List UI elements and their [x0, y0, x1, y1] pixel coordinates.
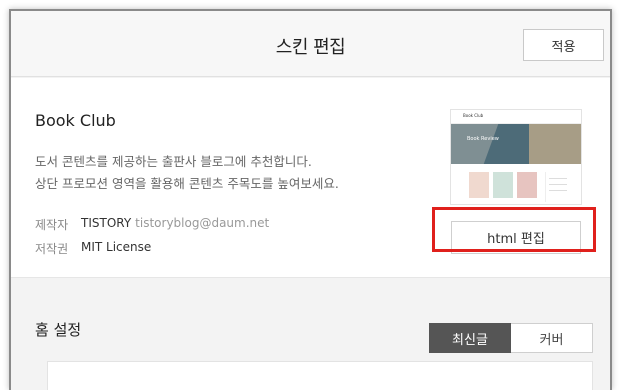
author-value: TISTORY tistoryblog@daum.net [81, 216, 269, 233]
thumbnail-hero-label: Book Review [467, 136, 499, 142]
author-email: tistoryblog@daum.net [135, 216, 270, 230]
author-row: 제작자 TISTORY tistoryblog@daum.net [35, 216, 269, 233]
skin-description-line-1: 도서 콘텐츠를 제공하는 출판사 블로그에 추천합니다. [35, 154, 312, 169]
tab-cover[interactable]: 커버 [511, 323, 593, 353]
page-title: 스킨 편집 [275, 37, 346, 58]
license-value: MIT License [81, 240, 152, 254]
thumbnail-sidebar-line [549, 178, 567, 179]
html-edit-button[interactable]: html 편집 [451, 221, 581, 254]
thumbnail-sidebar [545, 172, 571, 202]
author-name: TISTORY [81, 216, 132, 230]
thumbnail-site-title: Book Club [463, 113, 484, 118]
skin-name: Book Club [35, 111, 116, 130]
skin-description: 도서 콘텐츠를 제공하는 출판사 블로그에 추천합니다. 상단 프로모션 영역을… [35, 151, 339, 195]
skin-editor-window: 스킨 편집 적용 Book Club 도서 콘텐츠를 제공하는 출판사 블로그에… [9, 9, 612, 390]
thumbnail-sidebar-line [549, 190, 567, 191]
skin-info-card: Book Club 도서 콘텐츠를 제공하는 출판사 블로그에 추천합니다. 상… [11, 78, 610, 278]
author-key: 제작자 [35, 218, 69, 232]
tab-latest-posts[interactable]: 최신글 [429, 323, 511, 353]
thumbnail-card [469, 172, 489, 198]
skin-thumbnail: Book Club Book Review [450, 109, 582, 205]
home-settings-title: 홈 설정 [35, 321, 82, 339]
skin-description-line-2: 상단 프로모션 영역을 활용해 콘텐츠 주목도를 높여보세요. [35, 176, 339, 191]
license-key: 저작권 [35, 242, 69, 256]
editor-header: 스킨 편집 적용 [11, 11, 610, 77]
thumbnail-topbar: Book Club [451, 110, 581, 124]
home-type-tabs: 최신글 커버 [429, 323, 593, 353]
thumbnail-hero-book-b [529, 124, 581, 164]
license-row: 저작권 MIT License [35, 240, 151, 257]
apply-button[interactable]: 적용 [523, 29, 604, 61]
thumbnail-card [517, 172, 537, 198]
thumbnail-sidebar-line [549, 184, 567, 185]
thumbnail-card [493, 172, 513, 198]
home-settings-panel [47, 361, 593, 390]
